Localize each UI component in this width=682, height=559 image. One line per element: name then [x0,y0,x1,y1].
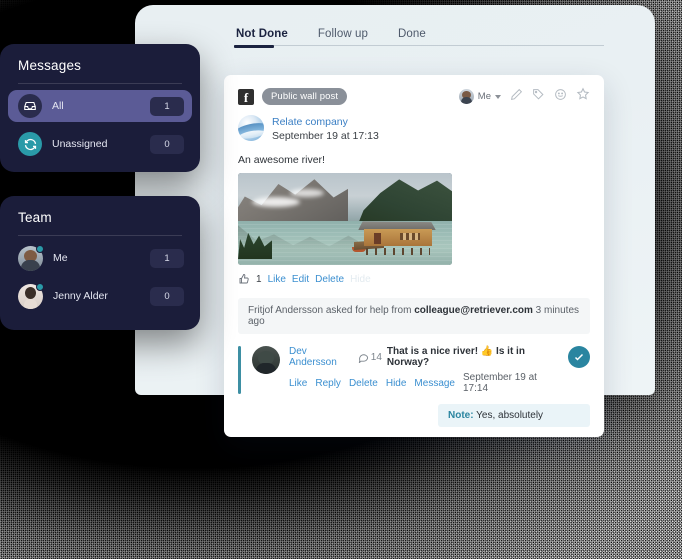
online-status-dot [36,282,44,291]
team-item-jenny-alder-count: 0 [150,286,184,306]
post-delete-link[interactable]: Delete [315,274,344,285]
post-card: f Public wall post Me Relate company Sep… [224,75,604,437]
team-item-me-label: Me [53,252,68,264]
assignee-selector[interactable]: Me [458,89,501,104]
facebook-icon-letter: f [243,89,249,105]
post-type-badge: Public wall post [262,88,348,105]
tab-not-done[interactable]: Not Done [234,28,290,47]
check-circle-icon[interactable] [568,346,590,369]
assignee-label: Me [477,91,491,102]
star-icon[interactable] [576,87,590,106]
assignee-avatar [458,89,474,104]
sidebar-item-unassigned-count: 0 [150,134,184,154]
note-text: Yes, absolutely [473,410,544,422]
divider [18,83,182,84]
post-edit-link[interactable]: Edit [292,274,309,285]
pencil-icon[interactable] [510,88,523,106]
comment-bubble-icon: 14 [358,352,382,363]
team-item-me[interactable]: Me 1 [8,242,192,274]
post-image[interactable] [238,173,452,266]
comment-message-link[interactable]: Message [414,378,455,389]
reply-composer: Yes this is in Norway 😊 Send Ask for hel… [224,427,604,437]
comment-delete-link[interactable]: Delete [349,378,378,389]
comment-like-link[interactable]: Like [289,378,307,389]
tab-done[interactable]: Done [396,28,428,47]
post-author-row: Relate company September 19 at 17:13 [238,115,590,144]
post-actions: 1 Like Edit Delete Hide [238,273,590,285]
sidebar-item-all-label: All [52,100,64,112]
note-row: Note: Yes, absolutely [238,404,590,428]
thumbs-up-icon[interactable] [238,273,250,285]
team-item-jenny-alder[interactable]: Jenny Alder 0 [8,280,192,312]
comment-count: 14 [370,351,382,363]
note-label: Note: [448,410,474,422]
team-panel: Team Me 1 Jenny Alder 0 [0,196,200,330]
comment-item: Dev Andersson 14 That is a nice river! 👍… [238,346,590,395]
online-status-dot [36,244,44,253]
sidebar-item-all-count: 1 [150,96,184,116]
like-count: 1 [256,273,262,285]
comment-avatar [252,346,280,375]
messages-panel: Messages All 1 Unassigned 0 [0,44,200,172]
comment-text: That is a nice river! 👍 Is it in Norway? [386,346,525,369]
facebook-icon: f [238,88,254,105]
team-item-jenny-alder-label: Jenny Alder [53,290,108,302]
comment-timestamp: September 19 at 17:14 [463,372,537,395]
team-item-me-count: 1 [150,248,184,268]
post-card-header: f Public wall post Me [238,87,590,106]
post-like-link[interactable]: Like [268,274,286,285]
help-banner-email: colleague@retriever.com [414,305,533,317]
tab-follow-up[interactable]: Follow up [316,28,370,47]
sidebar-item-unassigned-label: Unassigned [52,138,108,150]
help-banner-prefix: Fritjof Andersson asked for help from [248,305,415,317]
sidebar-item-unassigned[interactable]: Unassigned 0 [8,128,192,160]
messages-title: Messages [18,58,82,73]
sidebar-item-all[interactable]: All 1 [8,90,192,122]
chevron-down-icon [495,94,501,99]
post-timestamp: September 19 at 17:13 [272,130,379,143]
comment-author[interactable]: Dev Andersson [289,346,353,368]
comment-hide-link[interactable]: Hide [386,378,407,389]
tabs-bar: Not Done Follow up Done [234,28,604,48]
internal-note: Note: Yes, absolutely [438,404,590,428]
smiley-icon[interactable] [554,88,567,106]
post-text: An awesome river! [238,154,325,167]
post-author-name[interactable]: Relate company [272,115,379,129]
team-title: Team [18,210,52,225]
avatar [18,282,44,309]
author-avatar [238,115,264,141]
comment-reply-link[interactable]: Reply [315,378,341,389]
post-hide-link[interactable]: Hide [350,274,371,285]
inbox-icon [18,94,42,118]
divider [18,235,182,236]
sync-icon [18,132,42,156]
help-request-banner: Fritjof Andersson asked for help from co… [238,298,590,335]
avatar [18,244,44,271]
tag-icon[interactable] [532,88,545,106]
